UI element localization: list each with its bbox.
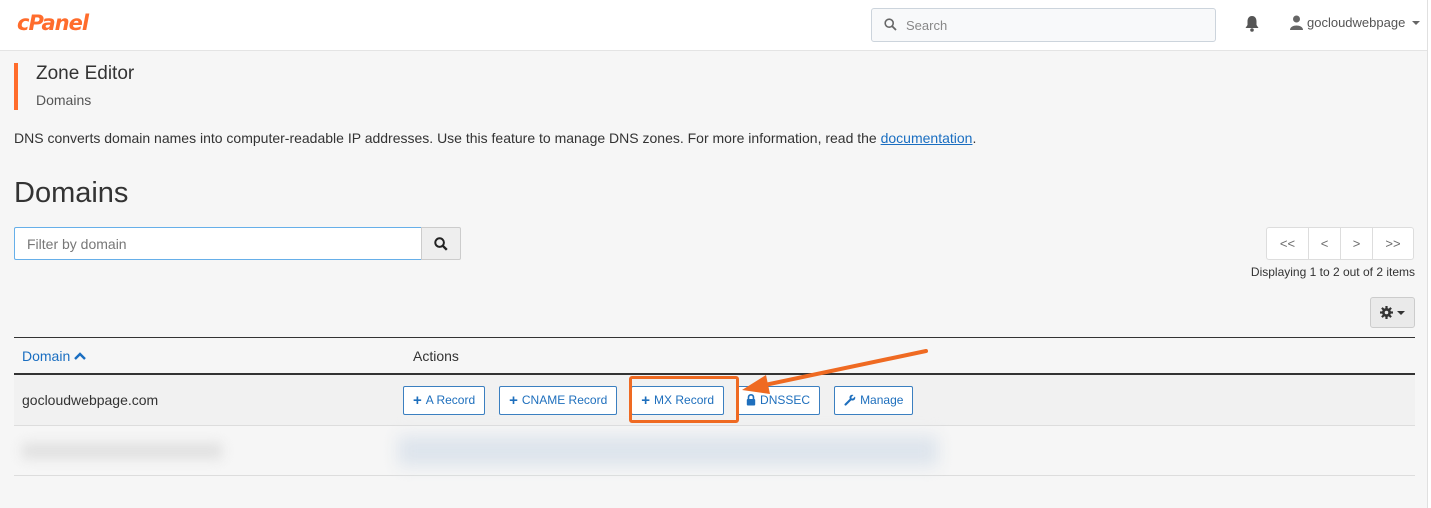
- plus-icon: +: [509, 391, 518, 409]
- wrench-icon: [844, 394, 856, 406]
- dnssec-button[interactable]: DNSSEC: [736, 385, 821, 415]
- cpanel-logo[interactable]: cPanel: [17, 11, 89, 35]
- redacted-actions: [398, 436, 938, 466]
- description-text: DNS converts domain names into computer-…: [14, 130, 881, 146]
- table-header: Domain Actions: [14, 337, 1415, 375]
- documentation-link[interactable]: documentation: [881, 130, 973, 146]
- mx-record-highlight-box: [629, 376, 739, 423]
- window-edge: [1427, 0, 1431, 508]
- add-a-record-button[interactable]: + A Record: [403, 385, 486, 415]
- filter-by-domain-input[interactable]: [14, 227, 422, 260]
- bell-icon[interactable]: [1244, 15, 1260, 32]
- settings-dropdown-button[interactable]: [1370, 297, 1415, 328]
- chevron-down-icon: [1412, 20, 1421, 25]
- filter-search-button[interactable]: [421, 227, 461, 260]
- search-input[interactable]: [906, 9, 1206, 41]
- username: gocloudwebpage: [1307, 15, 1406, 30]
- page-description: DNS converts domain names into computer-…: [14, 130, 976, 146]
- table-row-redacted: [14, 426, 1415, 476]
- last-page-button[interactable]: >>: [1372, 227, 1414, 260]
- pagination: << < > >>: [1266, 227, 1414, 260]
- search-icon: [434, 236, 448, 251]
- gear-icon: [1380, 306, 1393, 319]
- domains-heading: Domains: [14, 177, 129, 209]
- domain-name: gocloudwebpage.com: [22, 392, 159, 408]
- actions-column-header: Actions: [413, 347, 459, 364]
- redacted-domain: [22, 443, 222, 459]
- first-page-button[interactable]: <<: [1266, 227, 1309, 260]
- add-cname-record-label: CNAME Record: [521, 393, 608, 407]
- page-title: Zone Editor: [36, 63, 135, 84]
- dnssec-label: DNSSEC: [760, 393, 811, 407]
- lock-icon: [746, 394, 756, 406]
- search-box[interactable]: [871, 8, 1216, 42]
- sort-ascending-icon: [74, 351, 87, 360]
- add-a-record-label: A Record: [425, 393, 476, 407]
- domain-column-label: Domain: [22, 347, 71, 364]
- manage-button[interactable]: Manage: [834, 385, 914, 415]
- top-bar: cPanel gocloudwebpage: [0, 0, 1427, 51]
- user-menu[interactable]: gocloudwebpage: [1290, 15, 1421, 30]
- domain-column-header[interactable]: Domain: [14, 348, 413, 364]
- plus-icon: +: [413, 391, 422, 409]
- display-count: Displaying 1 to 2 out of 2 items: [1250, 265, 1415, 279]
- chevron-down-icon: [1397, 310, 1405, 315]
- page-header: Zone Editor Domains: [14, 63, 134, 110]
- description-end: .: [972, 130, 977, 146]
- add-cname-record-button[interactable]: + CNAME Record: [499, 385, 618, 415]
- breadcrumb[interactable]: Domains: [36, 92, 134, 108]
- next-page-button[interactable]: >: [1340, 227, 1373, 260]
- search-icon: [884, 18, 897, 31]
- previous-page-button[interactable]: <: [1308, 227, 1341, 260]
- manage-label: Manage: [860, 393, 904, 407]
- user-icon: [1290, 15, 1303, 30]
